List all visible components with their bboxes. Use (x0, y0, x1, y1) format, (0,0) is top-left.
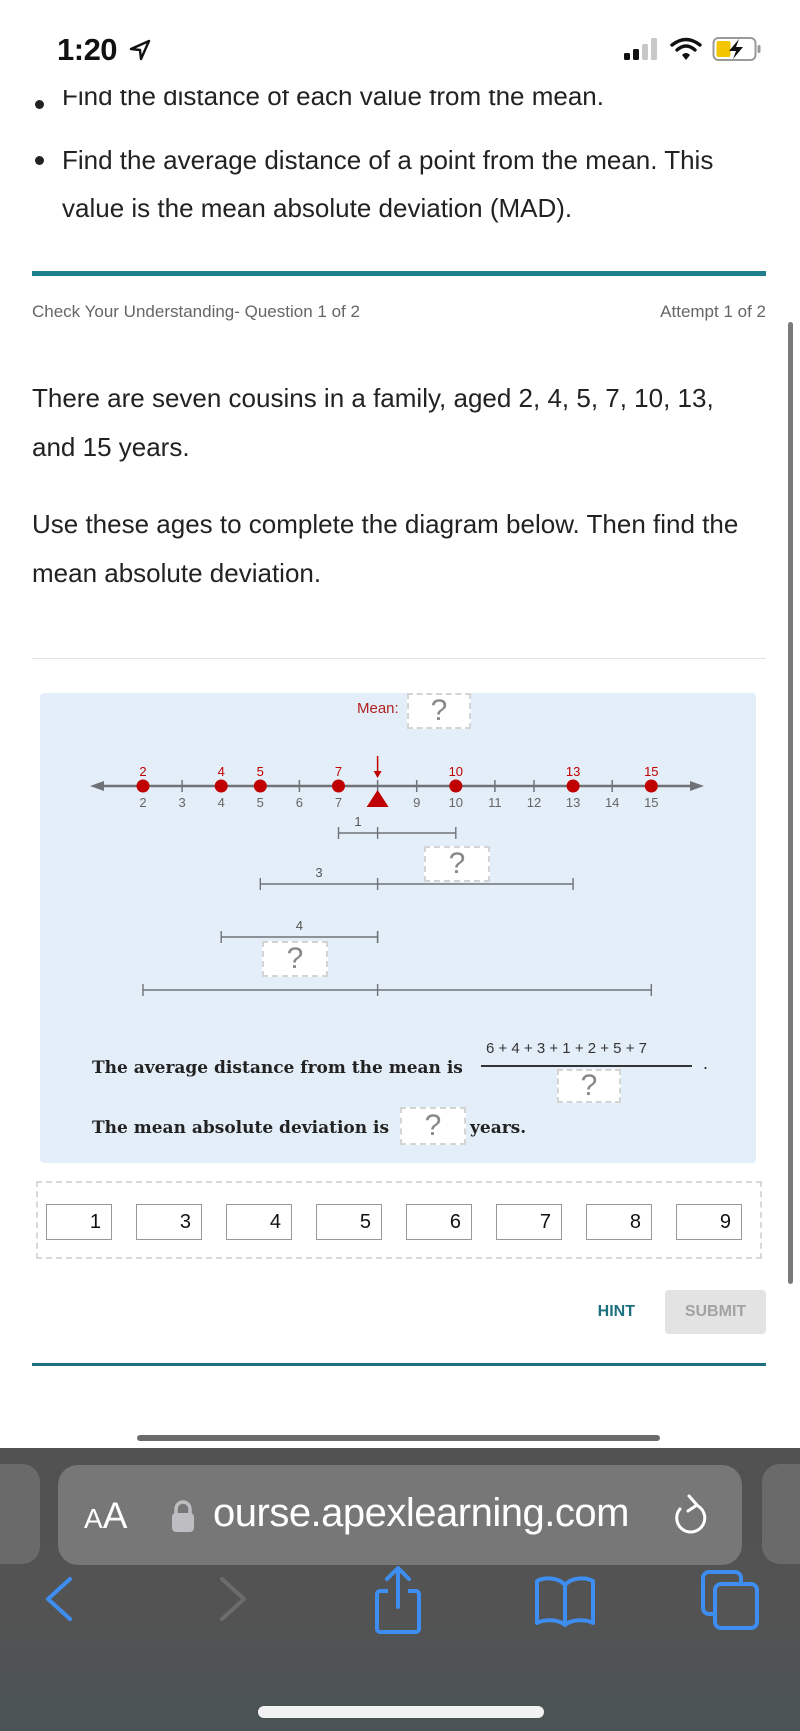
tick-label: 5 (257, 795, 264, 810)
data-point-label: 4 (218, 764, 225, 779)
prompt-paragraph: Use these ages to complete the diagram b… (32, 509, 739, 588)
back-button[interactable] (42, 1573, 76, 1630)
tick-label: 9 (413, 795, 420, 810)
fraction-numerator: 6 + 4 + 3 + 1 + 2 + 5 + 7 (486, 1040, 647, 1057)
divider (32, 658, 766, 659)
data-point-label: 13 (566, 764, 580, 779)
book-icon (535, 1576, 595, 1627)
answer-tile[interactable]: 9 (676, 1204, 742, 1240)
mean-pointer-arrowhead (373, 771, 382, 778)
answer-tile[interactable]: 8 (586, 1204, 652, 1240)
share-button[interactable] (370, 1565, 426, 1642)
answer-tile-bank: 13456789 (36, 1181, 762, 1259)
mean-label: Mean: (357, 700, 399, 717)
number-line-diagram: 2 3 4 5 6 7 9 10 11 12 13 14 152 4 5 7 10 13 15134 (90, 756, 704, 996)
data-point-label: 5 (257, 764, 264, 779)
prompt-paragraph: There are seven cousins in a family, age… (32, 383, 714, 462)
data-point (332, 779, 345, 793)
tick-label: 13 (566, 795, 580, 810)
mean-drop-target[interactable]: ? (407, 693, 471, 729)
sentence-period: . (703, 1053, 709, 1073)
section-divider-bottom (32, 1363, 766, 1366)
question-prompt: There are seven cousins in a family, age… (32, 374, 762, 598)
answer-tile[interactable]: 1 (46, 1204, 112, 1240)
mad-diagram: 2 3 4 5 6 7 9 10 11 12 13 14 15 2 4 5 7 10 13 15 1 3 4 Mean: ?… (40, 693, 756, 1163)
question-title: Check Your Understanding- Question 1 of … (32, 302, 360, 321)
tick-label: 12 (527, 795, 541, 810)
answer-tile[interactable]: 6 (406, 1204, 472, 1240)
status-bar: 1:20 (0, 0, 800, 90)
distance-label-left: 3 (315, 865, 322, 880)
hint-button[interactable]: HINT (598, 1303, 635, 1321)
tick-label: 7 (335, 795, 342, 810)
instruction-list: Find the distance of each value from the… (32, 80, 772, 232)
cellular-signal-icon (622, 37, 660, 66)
fraction-bar (481, 1065, 692, 1067)
answer-tile[interactable]: 7 (496, 1204, 562, 1240)
action-bar: HINT SUBMIT (598, 1290, 766, 1334)
submit-button[interactable]: SUBMIT (665, 1290, 766, 1334)
forward-button[interactable] (216, 1573, 250, 1630)
attempt-counter: Attempt 1 of 2 (660, 302, 766, 321)
tick-label: 11 (488, 795, 502, 810)
location-arrow-icon (128, 38, 152, 67)
answer-tile[interactable]: 5 (316, 1204, 382, 1240)
answer-tile[interactable]: 4 (226, 1204, 292, 1240)
status-time: 1:20 (57, 32, 118, 67)
battery-charging-icon (712, 36, 762, 67)
reload-icon[interactable] (670, 1493, 710, 1546)
question-header: Check Your Understanding- Question 1 of … (32, 302, 766, 322)
tick-label: 10 (449, 795, 463, 810)
instruction-bullet: Find the average distance of a point fro… (32, 136, 772, 232)
mad-drop-target[interactable]: ? (400, 1107, 466, 1145)
horizontal-scrollbar[interactable] (137, 1435, 660, 1441)
average-distance-sentence: The average distance from the mean is (92, 1058, 463, 1078)
tick-label: 3 (178, 795, 185, 810)
section-divider (32, 271, 766, 276)
data-point (253, 779, 267, 793)
bookmarks-button[interactable] (532, 1573, 598, 1634)
mean-triangle-marker (366, 790, 389, 807)
wifi-icon (670, 37, 702, 66)
mad-sentence-prefix: The mean absolute deviation is (92, 1118, 390, 1138)
previous-tab-peek[interactable] (0, 1464, 40, 1564)
axis-arrow-left (90, 781, 104, 791)
distance-drop-target-right-13[interactable]: ? (424, 846, 490, 882)
distance-drop-target-left-4[interactable]: ? (262, 941, 328, 977)
next-tab-peek[interactable] (762, 1464, 800, 1564)
data-point-label: 10 (449, 764, 463, 779)
data-point-label: 7 (335, 764, 342, 779)
browser-toolbar: AA ourse.apexlearning.com (0, 1448, 800, 1731)
chevron-right-icon (220, 1577, 246, 1621)
share-icon (375, 1566, 421, 1634)
address-bar[interactable]: AA ourse.apexlearning.com (58, 1465, 742, 1565)
mad-sentence-suffix: years. (470, 1118, 527, 1138)
tick-label: 2 (139, 795, 146, 810)
tick-label: 6 (296, 795, 303, 810)
tabs-button[interactable] (700, 1569, 762, 1636)
data-point (136, 779, 150, 793)
axis-arrow-right (690, 781, 704, 791)
distance-label-left: 4 (296, 918, 303, 933)
data-point (644, 779, 658, 793)
tick-label: 14 (605, 795, 619, 810)
data-point (566, 779, 580, 793)
reader-settings-button[interactable]: AA (84, 1495, 127, 1537)
tick-label: 4 (218, 795, 225, 810)
url-text: ourse.apexlearning.com (213, 1491, 629, 1535)
chevron-left-icon (46, 1577, 72, 1621)
data-point (214, 779, 228, 793)
distance-label-left: 1 (354, 814, 361, 829)
data-point (449, 779, 463, 793)
data-point-label: 2 (139, 764, 146, 779)
tabs-icon (701, 1570, 759, 1630)
lock-icon (170, 1499, 196, 1538)
vertical-scrollbar[interactable] (788, 322, 793, 1284)
answer-tile[interactable]: 3 (136, 1204, 202, 1240)
home-indicator (258, 1706, 544, 1718)
data-point-label: 15 (644, 764, 658, 779)
tick-label: 15 (644, 795, 658, 810)
denominator-drop-target[interactable]: ? (557, 1069, 621, 1103)
